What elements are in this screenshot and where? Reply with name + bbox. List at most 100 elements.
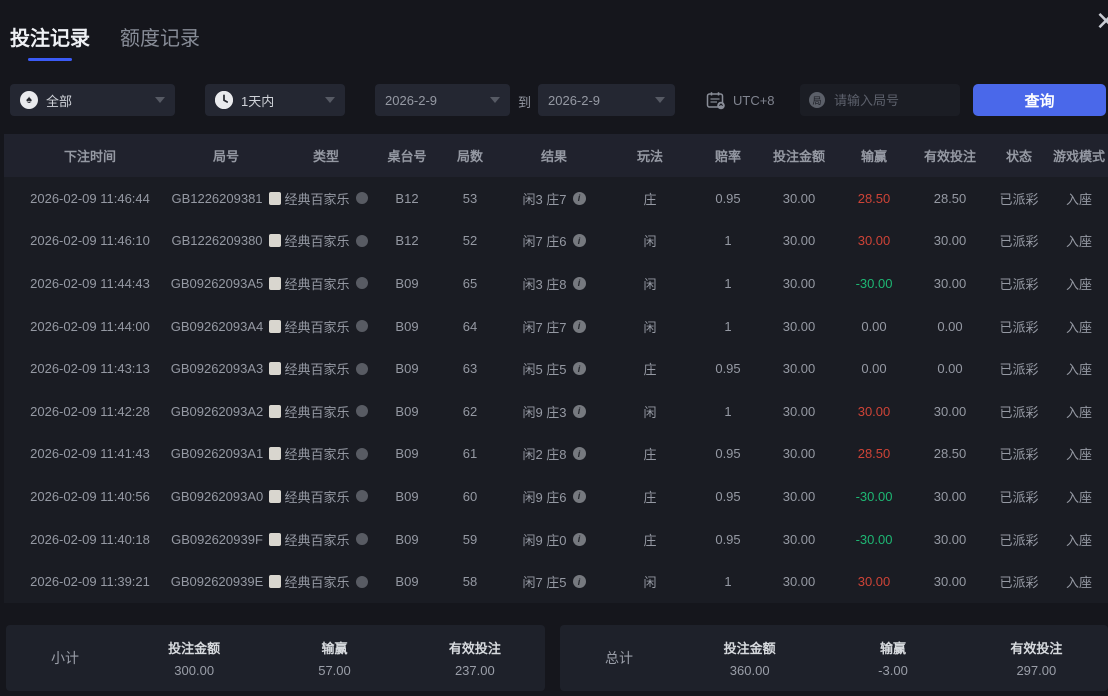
info-icon[interactable]: i bbox=[572, 319, 586, 333]
info-icon[interactable]: i bbox=[572, 489, 586, 503]
copy-icon[interactable] bbox=[266, 447, 282, 463]
tab-quota-records[interactable]: 额度记录 bbox=[120, 22, 200, 61]
game-type: 经典百家乐 bbox=[284, 489, 350, 505]
bet-amount: 30.00 bbox=[782, 488, 816, 504]
game-type-cell: 经典百家乐 bbox=[276, 317, 376, 336]
table-row[interactable]: 2026-02-09 11:40:18 GB092620939F 经典百家乐 B… bbox=[4, 518, 1108, 561]
info-icon[interactable]: i bbox=[572, 575, 586, 589]
tab-bet-records[interactable]: 投注记录 bbox=[10, 22, 90, 61]
round-search-input[interactable] bbox=[832, 91, 946, 109]
game-mode: 入座 bbox=[1065, 362, 1092, 378]
copy-icon[interactable] bbox=[266, 276, 282, 292]
play-type: 闲 bbox=[643, 276, 657, 292]
copy-icon[interactable] bbox=[265, 532, 281, 548]
subtotal-win-col: 输赢 57.00 bbox=[264, 638, 404, 678]
table-number: B09 bbox=[395, 275, 419, 291]
info-icon[interactable]: i bbox=[572, 191, 586, 205]
info-icon[interactable]: i bbox=[572, 362, 586, 376]
table-row[interactable]: 2026-02-09 11:41:43 GB09262093A1 经典百家乐 B… bbox=[4, 433, 1108, 476]
valid-bet: 28.50 bbox=[933, 446, 967, 462]
info-icon[interactable]: i bbox=[572, 447, 586, 461]
odds: 1 bbox=[724, 275, 732, 291]
valid-bet: 30.00 bbox=[933, 574, 967, 590]
table-row[interactable]: 2026-02-09 11:46:44 GB1226209381 经典百家乐 B… bbox=[4, 177, 1108, 220]
bet-time: 2026-02-09 11:44:00 bbox=[30, 318, 150, 334]
time-range-value: 1天内 bbox=[241, 93, 275, 109]
result-value: 闲2 庄8 bbox=[522, 447, 567, 463]
copy-icon[interactable] bbox=[265, 191, 281, 207]
copy-icon[interactable] bbox=[266, 489, 282, 505]
game-type-dot-icon bbox=[355, 490, 368, 503]
info-icon[interactable]: i bbox=[572, 404, 586, 418]
copy-icon[interactable] bbox=[266, 404, 282, 420]
table-number: B09 bbox=[395, 574, 419, 590]
bet-time: 2026-02-09 11:46:44 bbox=[30, 190, 150, 206]
column-header: 赔率 bbox=[714, 149, 741, 164]
table-row[interactable]: 2026-02-09 11:42:28 GB09262093A2 经典百家乐 B… bbox=[4, 390, 1108, 433]
total-card: 总计 投注金额 360.00 输赢 -3.00 有效投注 297.00 bbox=[560, 625, 1108, 691]
bet-amount: 30.00 bbox=[782, 446, 816, 462]
subtotal-valid-col: 有效投注 237.00 bbox=[405, 638, 545, 678]
round-id: GB1226209380 bbox=[171, 233, 263, 249]
clock-icon bbox=[215, 91, 233, 109]
column-header: 结果 bbox=[540, 149, 567, 164]
table-number: B09 bbox=[395, 403, 419, 419]
round-number: 52 bbox=[462, 233, 478, 249]
win-loss: 28.50 bbox=[857, 446, 891, 462]
close-icon[interactable]: ✕ bbox=[1095, 8, 1108, 34]
info-icon[interactable]: i bbox=[572, 234, 586, 248]
timezone-group[interactable]: UTC+8 bbox=[706, 91, 775, 110]
table-row[interactable]: 2026-02-09 11:43:13 GB09262093A3 经典百家乐 B… bbox=[4, 347, 1108, 390]
status-badge: 已派彩 bbox=[999, 362, 1039, 378]
query-button[interactable]: 查询 bbox=[973, 84, 1106, 116]
result-value: 闲5 庄5 bbox=[522, 362, 567, 378]
bet-amount: 30.00 bbox=[782, 361, 816, 377]
game-mode: 入座 bbox=[1065, 489, 1092, 505]
subtotal-win-value: 57.00 bbox=[318, 663, 351, 678]
time-range-dropdown[interactable]: 1天内 bbox=[205, 84, 345, 116]
bet-amount: 30.00 bbox=[782, 574, 816, 590]
odds: 0.95 bbox=[715, 190, 741, 206]
info-icon[interactable]: i bbox=[572, 532, 586, 546]
win-loss: -30.00 bbox=[855, 275, 893, 291]
chevron-down-icon bbox=[655, 97, 665, 103]
info-icon[interactable]: i bbox=[572, 276, 586, 290]
bet-time: 2026-02-09 11:43:13 bbox=[30, 361, 150, 377]
game-type-cell: 经典百家乐 bbox=[276, 402, 376, 421]
column-header: 桌台号 bbox=[387, 149, 427, 164]
status-badge: 已派彩 bbox=[999, 532, 1039, 548]
table-row[interactable]: 2026-02-09 11:44:43 GB09262093A5 经典百家乐 B… bbox=[4, 262, 1108, 305]
date-to-picker[interactable]: 2026-2-9 bbox=[538, 84, 675, 116]
valid-bet: 30.00 bbox=[933, 403, 967, 419]
date-from-picker[interactable]: 2026-2-9 bbox=[375, 84, 510, 116]
odds: 1 bbox=[724, 233, 732, 249]
valid-bet: 30.00 bbox=[933, 531, 967, 547]
bet-amount: 30.00 bbox=[782, 318, 816, 334]
bet-time: 2026-02-09 11:46:10 bbox=[30, 233, 150, 249]
table-row[interactable]: 2026-02-09 11:44:00 GB09262093A4 经典百家乐 B… bbox=[4, 305, 1108, 348]
table-row[interactable]: 2026-02-09 11:46:10 GB1226209380 经典百家乐 B… bbox=[4, 220, 1108, 263]
table-row[interactable]: 2026-02-09 11:40:56 GB09262093A0 经典百家乐 B… bbox=[4, 475, 1108, 518]
game-type-dot-icon bbox=[355, 405, 368, 418]
copy-icon[interactable] bbox=[266, 362, 282, 378]
game-mode: 入座 bbox=[1065, 575, 1092, 591]
round-id-cell: GB09262093A3 bbox=[171, 361, 282, 378]
game-type-dropdown[interactable]: ♠ 全部 bbox=[10, 84, 175, 116]
total-valid-label: 有效投注 bbox=[1010, 641, 1063, 656]
game-type: 经典百家乐 bbox=[284, 362, 350, 378]
bet-amount: 30.00 bbox=[782, 275, 816, 291]
game-mode: 入座 bbox=[1065, 447, 1092, 463]
copy-icon[interactable] bbox=[265, 234, 281, 250]
copy-icon[interactable] bbox=[266, 319, 282, 335]
total-valid-value: 297.00 bbox=[1016, 663, 1057, 678]
game-type-cell: 经典百家乐 bbox=[276, 487, 376, 506]
status-badge: 已派彩 bbox=[999, 404, 1039, 420]
copy-icon[interactable] bbox=[266, 575, 282, 591]
win-loss: 30.00 bbox=[857, 574, 891, 590]
win-loss: 0.00 bbox=[861, 361, 887, 377]
win-loss: 30.00 bbox=[857, 233, 891, 249]
table-row[interactable]: 2026-02-09 11:39:21 GB092620939E 经典百家乐 B… bbox=[4, 560, 1108, 603]
subtotal-card: 小计 投注金额 300.00 输赢 57.00 有效投注 237.00 bbox=[6, 625, 545, 691]
game-type-dot-icon bbox=[355, 362, 368, 375]
subtotal-win-label: 输赢 bbox=[321, 641, 348, 656]
